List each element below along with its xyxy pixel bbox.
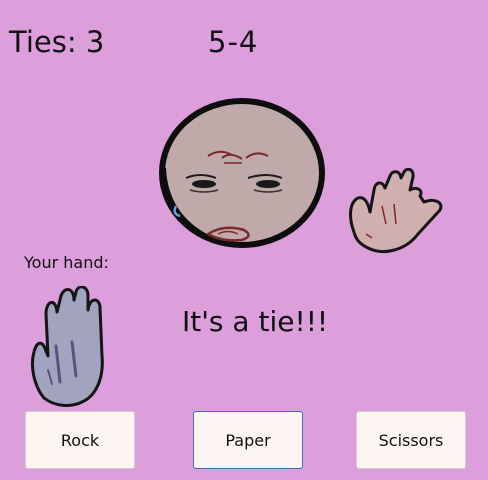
paper-button[interactable]: Paper <box>193 411 303 469</box>
open-hand-icon <box>349 168 443 253</box>
player-hand <box>26 286 112 408</box>
ties-counter: Ties: 3 <box>9 25 105 59</box>
result-message: It's a tie!!! <box>182 305 329 338</box>
sad-face-icon <box>159 98 325 248</box>
open-hand-icon <box>30 286 104 407</box>
scissors-button[interactable]: Scissors <box>356 411 466 469</box>
rock-button[interactable]: Rock <box>25 411 135 469</box>
your-hand-label: Your hand: <box>24 253 109 272</box>
opponent-face <box>158 98 328 250</box>
score-display: 5-4 <box>208 25 259 59</box>
opponent-hand <box>344 168 446 258</box>
